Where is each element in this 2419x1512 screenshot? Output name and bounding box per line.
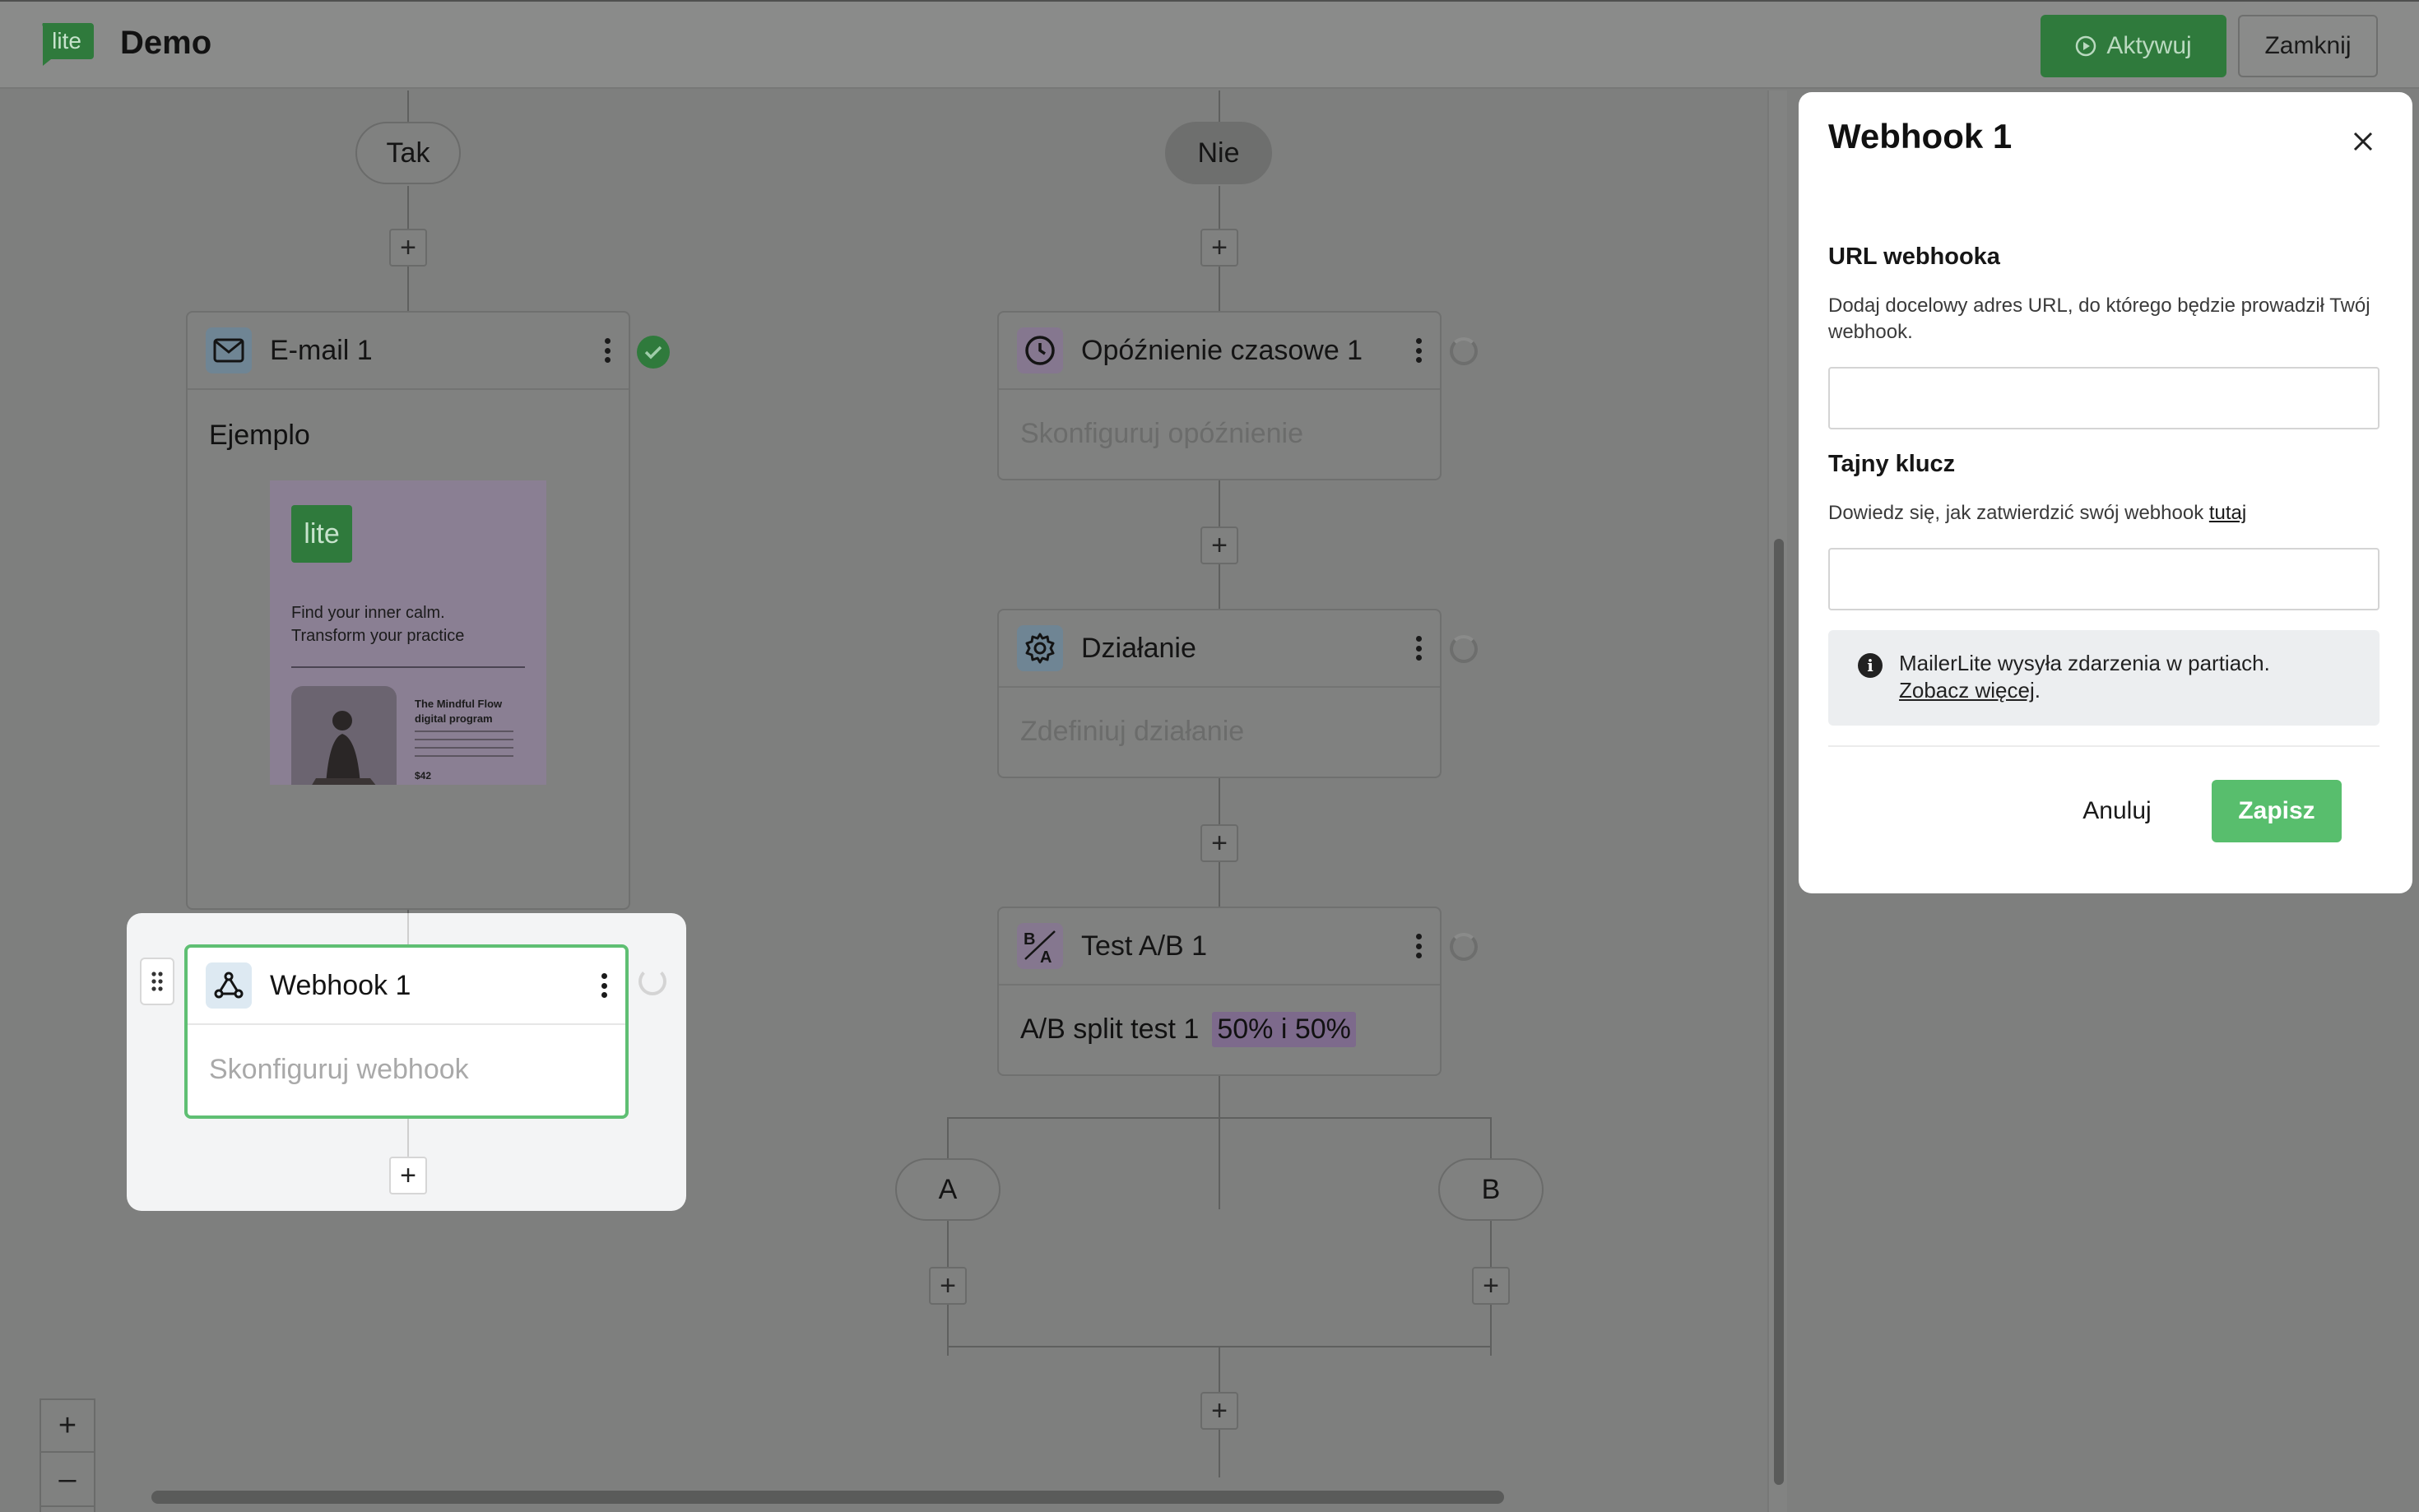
svg-text:B: B <box>1024 930 1035 948</box>
save-button[interactable]: Zapisz <box>2212 780 2342 842</box>
action-node-title: Działanie <box>1081 632 1196 664</box>
ab-split-badge: 50% i 50% <box>1212 1011 1356 1047</box>
connector <box>407 90 409 123</box>
add-step-button[interactable]: + <box>1200 1392 1238 1430</box>
add-step-button[interactable]: + <box>1472 1267 1510 1305</box>
add-step-button[interactable]: + <box>1200 824 1238 862</box>
delay-node[interactable]: Opóźnienie czasowe 1 Skonfiguruj opóźnie… <box>997 311 1442 480</box>
branch-no: Nie <box>1165 122 1272 184</box>
loading-icon <box>1450 337 1478 365</box>
branch-b: B <box>1438 1158 1544 1221</box>
svg-text:A: A <box>1040 948 1052 964</box>
clock-icon <box>1017 327 1063 373</box>
more-menu-icon[interactable] <box>1415 338 1422 363</box>
preview-product-title-1: The Mindful Flow <box>415 698 503 710</box>
gear-icon <box>1017 625 1063 671</box>
url-help-text: Dodaj docelowy adres URL, do którego będ… <box>1828 295 2370 343</box>
page-title: Demo <box>120 25 212 61</box>
loading-icon <box>1450 635 1478 663</box>
panel-title: Webhook 1 <box>1828 117 2013 155</box>
action-node-body: Zdefiniuj działanie <box>1020 715 1245 747</box>
ab-split-icon: BA <box>1017 923 1063 969</box>
divider <box>1828 745 2380 747</box>
preview-photo <box>291 686 397 785</box>
activate-button[interactable]: Aktywuj <box>2041 15 2226 77</box>
add-step-button[interactable]: + <box>389 229 427 267</box>
webhook-node[interactable]: Webhook 1 Skonfiguruj webhook <box>184 944 629 1119</box>
secret-help-sentence: Dowiedz się, jak zatwierdzić swój webhoo… <box>1828 502 2204 524</box>
preview-logo: lite <box>291 505 352 563</box>
preview-body-text <box>415 730 513 763</box>
more-menu-icon[interactable] <box>1415 636 1422 661</box>
branch-a: A <box>895 1158 1001 1221</box>
action-node[interactable]: Działanie Zdefiniuj działanie <box>997 609 1442 778</box>
add-step-button[interactable]: + <box>929 1267 967 1305</box>
scrollbar-thumb[interactable] <box>1774 539 1784 1485</box>
connector <box>947 1117 1492 1119</box>
secret-key-input[interactable] <box>1828 548 2380 610</box>
webhook-icon <box>206 962 252 1009</box>
connector <box>407 913 409 946</box>
svg-text:lite: lite <box>52 28 81 53</box>
email-preview-thumbnail: lite Find your inner calm. Transform you… <box>270 480 546 785</box>
preview-headline-2: Transform your practice <box>291 627 465 645</box>
play-circle-icon <box>2076 35 2096 57</box>
add-step-button[interactable]: + <box>389 1157 427 1194</box>
loading-icon <box>638 967 666 995</box>
ab-node-title: Test A/B 1 <box>1081 930 1208 962</box>
more-menu-icon[interactable] <box>1415 934 1422 958</box>
preview-product-title-2: digital program <box>415 712 493 725</box>
delay-node-title: Opóźnienie czasowe 1 <box>1081 334 1363 366</box>
webhook-url-input[interactable] <box>1828 367 2380 429</box>
vertical-scrollbar[interactable] <box>1767 90 1787 1512</box>
horizontal-scrollbar[interactable] <box>151 1491 1504 1504</box>
mail-icon <box>206 327 252 373</box>
drag-handle-icon[interactable] <box>140 958 174 1005</box>
close-button[interactable]: Zamknij <box>2238 15 2378 77</box>
top-bar: lite Demo Aktywuj Zamknij <box>0 0 2419 89</box>
mailerlite-logo: lite <box>39 23 94 66</box>
zoom-out-button[interactable]: – <box>39 1453 95 1507</box>
ab-node-body: A/B split test 1 <box>1020 1013 1200 1045</box>
zoom-in-button[interactable]: + <box>39 1398 95 1453</box>
close-icon[interactable] <box>2347 125 2380 158</box>
selected-step-highlight: Webhook 1 Skonfiguruj webhook + <box>127 913 686 1211</box>
preview-headline-1: Find your inner calm. <box>291 604 445 622</box>
email-subject: Ejemplo <box>209 419 310 451</box>
add-step-button[interactable]: + <box>1200 229 1238 267</box>
secret-label: Tajny klucz <box>1828 451 1956 477</box>
zoom-controls: + – <box>39 1398 95 1512</box>
info-box: i MailerLite wysyła zdarzenia w partiach… <box>1828 630 2380 726</box>
webhook-settings-panel: Webhook 1 URL webhooka Dodaj docelowy ad… <box>1799 92 2412 893</box>
loading-icon <box>1450 933 1478 961</box>
email-node[interactable]: E-mail 1 Ejemplo lite Find your inner ca… <box>186 311 630 910</box>
branch-yes: Tak <box>355 122 461 184</box>
preview-price: $42 <box>415 770 432 782</box>
info-icon: i <box>1858 653 1883 678</box>
add-step-button[interactable]: + <box>1200 526 1238 564</box>
secret-help-link[interactable]: tutaj <box>2209 502 2246 524</box>
webhook-node-body: Skonfiguruj webhook <box>209 1053 469 1085</box>
url-label: URL webhooka <box>1828 243 2000 270</box>
workflow-canvas[interactable]: Tak Nie + + + + + + + + E-mail 1 Ejemplo… <box>0 90 1767 1512</box>
activate-label: Aktywuj <box>2106 32 2192 59</box>
webhook-node-title: Webhook 1 <box>270 969 411 1001</box>
more-menu-icon[interactable] <box>604 338 611 363</box>
more-menu-icon[interactable] <box>601 973 607 998</box>
secret-help-text: Dowiedz się, jak zatwierdzić swój webhoo… <box>1828 500 2388 526</box>
check-icon <box>637 336 670 369</box>
info-text: MailerLite wysyła zdarzenia w partiach. <box>1899 651 2270 675</box>
info-link[interactable]: Zobacz więcej <box>1899 678 2035 703</box>
fit-view-button[interactable] <box>39 1507 95 1512</box>
email-node-title: E-mail 1 <box>270 334 373 366</box>
ab-test-node[interactable]: BA Test A/B 1 A/B split test 1 50% i 50% <box>997 907 1442 1076</box>
preview-divider <box>291 666 525 668</box>
connector <box>947 1117 949 1356</box>
connector <box>1490 1117 1492 1356</box>
connector <box>1219 90 1220 123</box>
delay-node-body: Skonfiguruj opóźnienie <box>1020 417 1304 449</box>
cancel-button[interactable]: Anuluj <box>2064 780 2171 842</box>
info-period: . <box>2034 678 2041 703</box>
